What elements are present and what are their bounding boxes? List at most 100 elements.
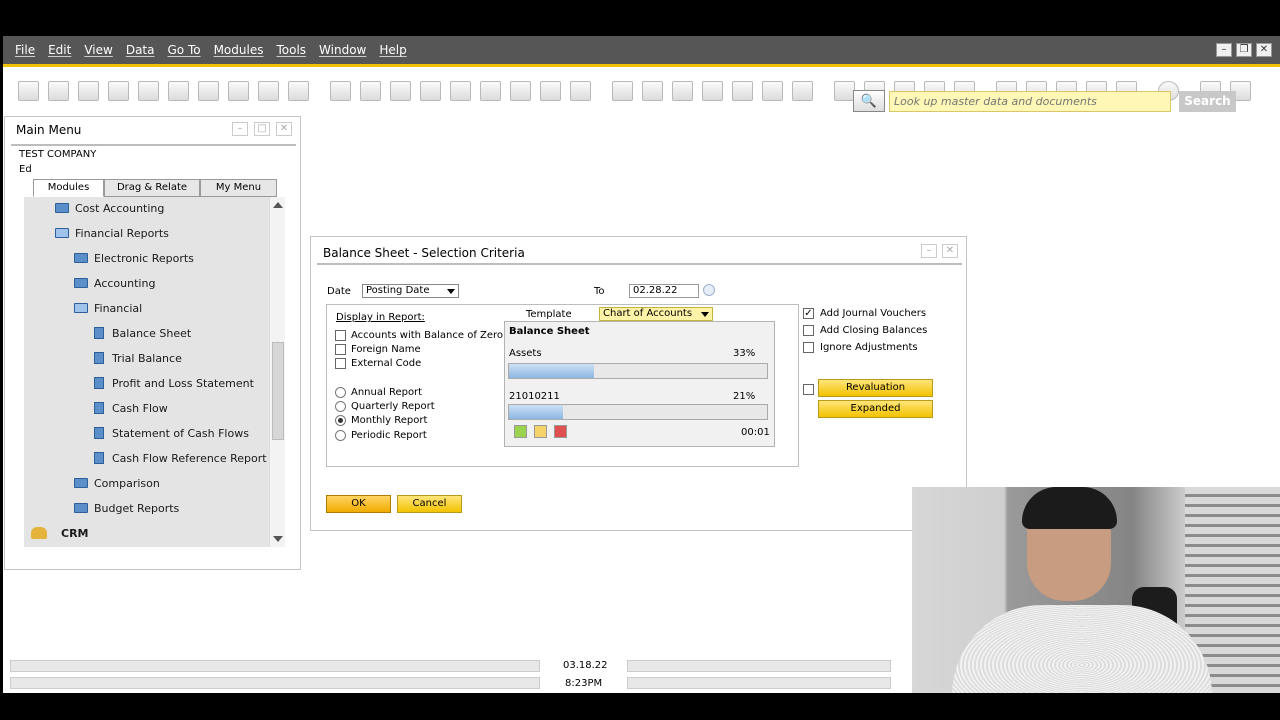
transaction-journal-icon[interactable]	[792, 81, 813, 101]
tree-item-cash-flow[interactable]: Cash Flow	[94, 397, 168, 419]
search-input[interactable]	[889, 90, 1171, 112]
tab-my-menu[interactable]: My Menu	[200, 179, 277, 197]
tree-item-statement-of-cash-flows[interactable]: Statement of Cash Flows	[94, 422, 249, 444]
search-button[interactable]: Search	[1179, 90, 1236, 112]
radio-periodic[interactable]	[335, 430, 346, 441]
main-menu-tabs: Modules Drag & Relate My Menu	[33, 179, 277, 197]
report-icon	[94, 427, 104, 439]
export-excel-icon[interactable]	[168, 81, 189, 101]
maximize-icon[interactable]: □	[254, 122, 270, 136]
export-pdf-icon[interactable]	[228, 81, 249, 101]
menu-view[interactable]: View	[84, 43, 112, 57]
tree-item-profit-and-loss[interactable]: Profit and Loss Statement	[94, 372, 254, 394]
close-icon[interactable]: ✕	[1256, 43, 1272, 57]
email-icon[interactable]	[78, 81, 99, 101]
filter-icon[interactable]	[540, 81, 561, 101]
menu-tools[interactable]: Tools	[276, 43, 306, 57]
find-icon[interactable]	[330, 81, 351, 101]
last-record-icon[interactable]	[480, 81, 501, 101]
checkbox-foreign-name[interactable]	[335, 344, 346, 355]
radio-quarterly[interactable]	[335, 401, 346, 412]
lock-screen-icon[interactable]	[288, 81, 309, 101]
date-type-select[interactable]: Posting Date	[362, 284, 459, 298]
restore-icon[interactable]: ❐	[1236, 43, 1252, 57]
fax-icon[interactable]	[138, 81, 159, 101]
divider	[11, 144, 296, 146]
sort-icon[interactable]	[570, 81, 591, 101]
menu-modules[interactable]: Modules	[214, 43, 264, 57]
tree-item-accounting[interactable]: Accounting	[74, 272, 155, 294]
tree-item-budget-reports[interactable]: Budget Reports	[74, 497, 179, 519]
tree-item-crm[interactable]: CRM	[31, 522, 89, 544]
scroll-thumb[interactable]	[272, 342, 284, 440]
minimize-icon[interactable]: –	[232, 122, 248, 136]
checkbox-external-code[interactable]	[335, 358, 346, 369]
radio-monthly[interactable]	[335, 415, 346, 426]
minimize-icon[interactable]: –	[921, 244, 937, 258]
sms-icon[interactable]	[108, 81, 129, 101]
tree-item-cash-flow-reference-report[interactable]: Cash Flow Reference Report	[94, 447, 267, 469]
stop-icon[interactable]	[554, 425, 567, 438]
minimize-icon[interactable]: –	[1216, 43, 1232, 57]
checkbox-add-closing-balances[interactable]	[803, 325, 814, 336]
menu-file[interactable]: File	[15, 43, 35, 57]
target-document-icon[interactable]	[642, 81, 663, 101]
close-icon[interactable]: ✕	[276, 122, 292, 136]
scroll-up-icon[interactable]	[273, 202, 283, 208]
play-icon[interactable]	[514, 425, 527, 438]
magnifier-icon[interactable]: 🔍	[853, 90, 885, 112]
cancel-button[interactable]: Cancel	[397, 495, 462, 513]
menu-data[interactable]: Data	[126, 43, 155, 57]
revaluation-button[interactable]: Revaluation	[818, 379, 933, 397]
expanded-button[interactable]: Expanded	[818, 400, 933, 418]
main-menu-panel: Main Menu – □ ✕ TEST COMPANY Ed Modules …	[4, 116, 301, 570]
tree-item-financial[interactable]: Financial	[74, 297, 142, 319]
refresh-icon[interactable]	[510, 81, 531, 101]
launch-app-icon[interactable]	[258, 81, 279, 101]
menu-window[interactable]: Window	[319, 43, 366, 57]
progress-title: Balance Sheet	[509, 326, 590, 337]
preview-icon[interactable]	[18, 81, 39, 101]
add-icon[interactable]	[360, 81, 381, 101]
journal-entry-icon[interactable]	[672, 81, 693, 101]
checkbox-add-journal-vouchers[interactable]: ✓	[803, 308, 814, 319]
to-date-field[interactable]: 02.28.22	[629, 284, 699, 298]
checkbox-revaluation[interactable]	[803, 384, 814, 395]
tree-item-balance-sheet[interactable]: Balance Sheet	[94, 322, 191, 344]
ok-button[interactable]: OK	[326, 495, 391, 513]
layout-designer-icon[interactable]	[834, 81, 855, 101]
radio-annual[interactable]	[335, 387, 346, 398]
tree-item-electronic-reports[interactable]: Electronic Reports	[74, 247, 194, 269]
scroll-down-icon[interactable]	[273, 536, 283, 542]
tree-scrollbar[interactable]	[269, 197, 285, 547]
tree-item-trial-balance[interactable]: Trial Balance	[94, 347, 182, 369]
payment-means-icon[interactable]	[702, 81, 723, 101]
menu-help[interactable]: Help	[379, 43, 406, 57]
base-document-icon[interactable]	[612, 81, 633, 101]
calendar-icon[interactable]	[703, 284, 715, 296]
previous-record-icon[interactable]	[420, 81, 441, 101]
status-field	[627, 677, 891, 689]
print-icon[interactable]	[48, 81, 69, 101]
first-record-icon[interactable]	[390, 81, 411, 101]
checkbox-label: External Code	[351, 358, 422, 369]
radio-label: Periodic Report	[351, 430, 427, 441]
next-record-icon[interactable]	[450, 81, 471, 101]
tree-item-comparison[interactable]: Comparison	[74, 472, 160, 494]
close-icon[interactable]: ✕	[942, 244, 958, 258]
volume-weight-icon[interactable]	[762, 81, 783, 101]
tab-drag-relate[interactable]: Drag & Relate	[104, 179, 200, 197]
pause-icon[interactable]	[534, 425, 547, 438]
tree-item-cost-accounting[interactable]: Cost Accounting	[55, 197, 164, 219]
menu-goto[interactable]: Go To	[167, 43, 200, 57]
tree-item-financial-reports[interactable]: Financial Reports	[55, 222, 169, 244]
progress-fill	[509, 364, 595, 378]
progress-percent-2: 21%	[733, 391, 756, 402]
checkbox-ignore-adjustments[interactable]	[803, 342, 814, 353]
tab-modules[interactable]: Modules	[33, 179, 104, 197]
export-word-icon[interactable]	[198, 81, 219, 101]
checkbox-accounts-zero[interactable]	[335, 330, 346, 341]
gross-profit-icon[interactable]	[732, 81, 753, 101]
template-select[interactable]: Chart of Accounts	[599, 307, 713, 321]
menu-edit[interactable]: Edit	[48, 43, 71, 57]
